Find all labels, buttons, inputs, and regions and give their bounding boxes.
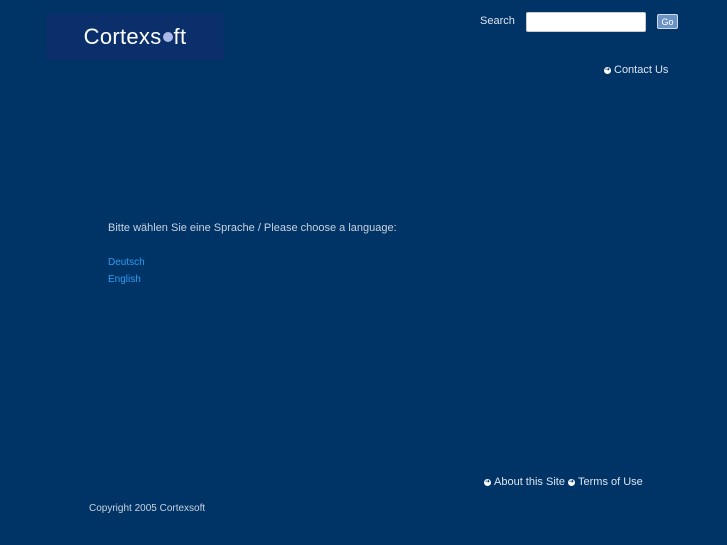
go-button[interactable]: Go [657,14,678,29]
language-link-deutsch[interactable]: Deutsch [108,257,145,268]
about-label: About this Site [494,476,565,488]
logo-text-end: ft [173,23,187,49]
terms-label: Terms of Use [578,476,643,488]
arrow-right-icon: ➜ [484,478,491,486]
logo-text: Cortexs [83,23,162,49]
about-site-link[interactable]: ➜ About this Site [484,476,565,488]
logo[interactable]: Cortexs ft [46,13,224,60]
logo-dot-icon [162,31,173,42]
arrow-right-icon: ➜ [604,66,611,74]
contact-us-label: Contact Us [614,64,669,76]
arrow-right-icon: ➜ [568,478,575,486]
contact-us-link[interactable]: ➜ Contact Us [604,64,668,76]
language-link-english[interactable]: English [108,274,141,285]
terms-of-use-link[interactable]: ➜ Terms of Use [568,476,643,488]
language-prompt: Bitte wählen Sie eine Sprache / Please c… [108,222,397,234]
search-label: Search [480,15,515,27]
search-input[interactable] [526,12,646,32]
copyright: Copyright 2005 Cortexsoft [89,503,206,514]
